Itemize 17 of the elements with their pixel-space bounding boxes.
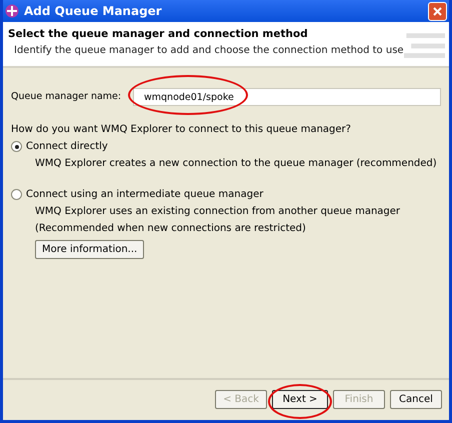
option-description: WMQ Explorer creates a new connection to the queue manager (recommended) (35, 158, 438, 169)
radio-option[interactable]: Connect directly (11, 141, 441, 152)
radio-option[interactable]: Connect using an intermediate queue manager (11, 189, 441, 200)
page-title: Select the queue manager and connection method (8, 28, 309, 40)
more-information-button[interactable]: More information... (35, 240, 144, 259)
wizard-button[interactable]: Next > (272, 390, 328, 409)
close-button[interactable] (428, 2, 447, 20)
question-text: How do you want WMQ Explorer to connect to this queue manager? (11, 124, 352, 135)
window-title: Add Queue Manager (24, 4, 163, 18)
wizard-button[interactable]: Cancel (390, 390, 442, 409)
close-icon (432, 6, 443, 16)
field-label: Queue manager name: (11, 91, 122, 103)
app-icon (5, 4, 19, 18)
option-description: WMQ Explorer uses an existing connection from another queue manager (35, 206, 402, 217)
queue-manager-field[interactable]: wmqnode01/spoke (133, 88, 441, 106)
option-description: (Recommended when new connections are restricted) (35, 223, 307, 234)
page-description: Identify the queue manager to add and choose the connection method to use (13, 45, 404, 56)
